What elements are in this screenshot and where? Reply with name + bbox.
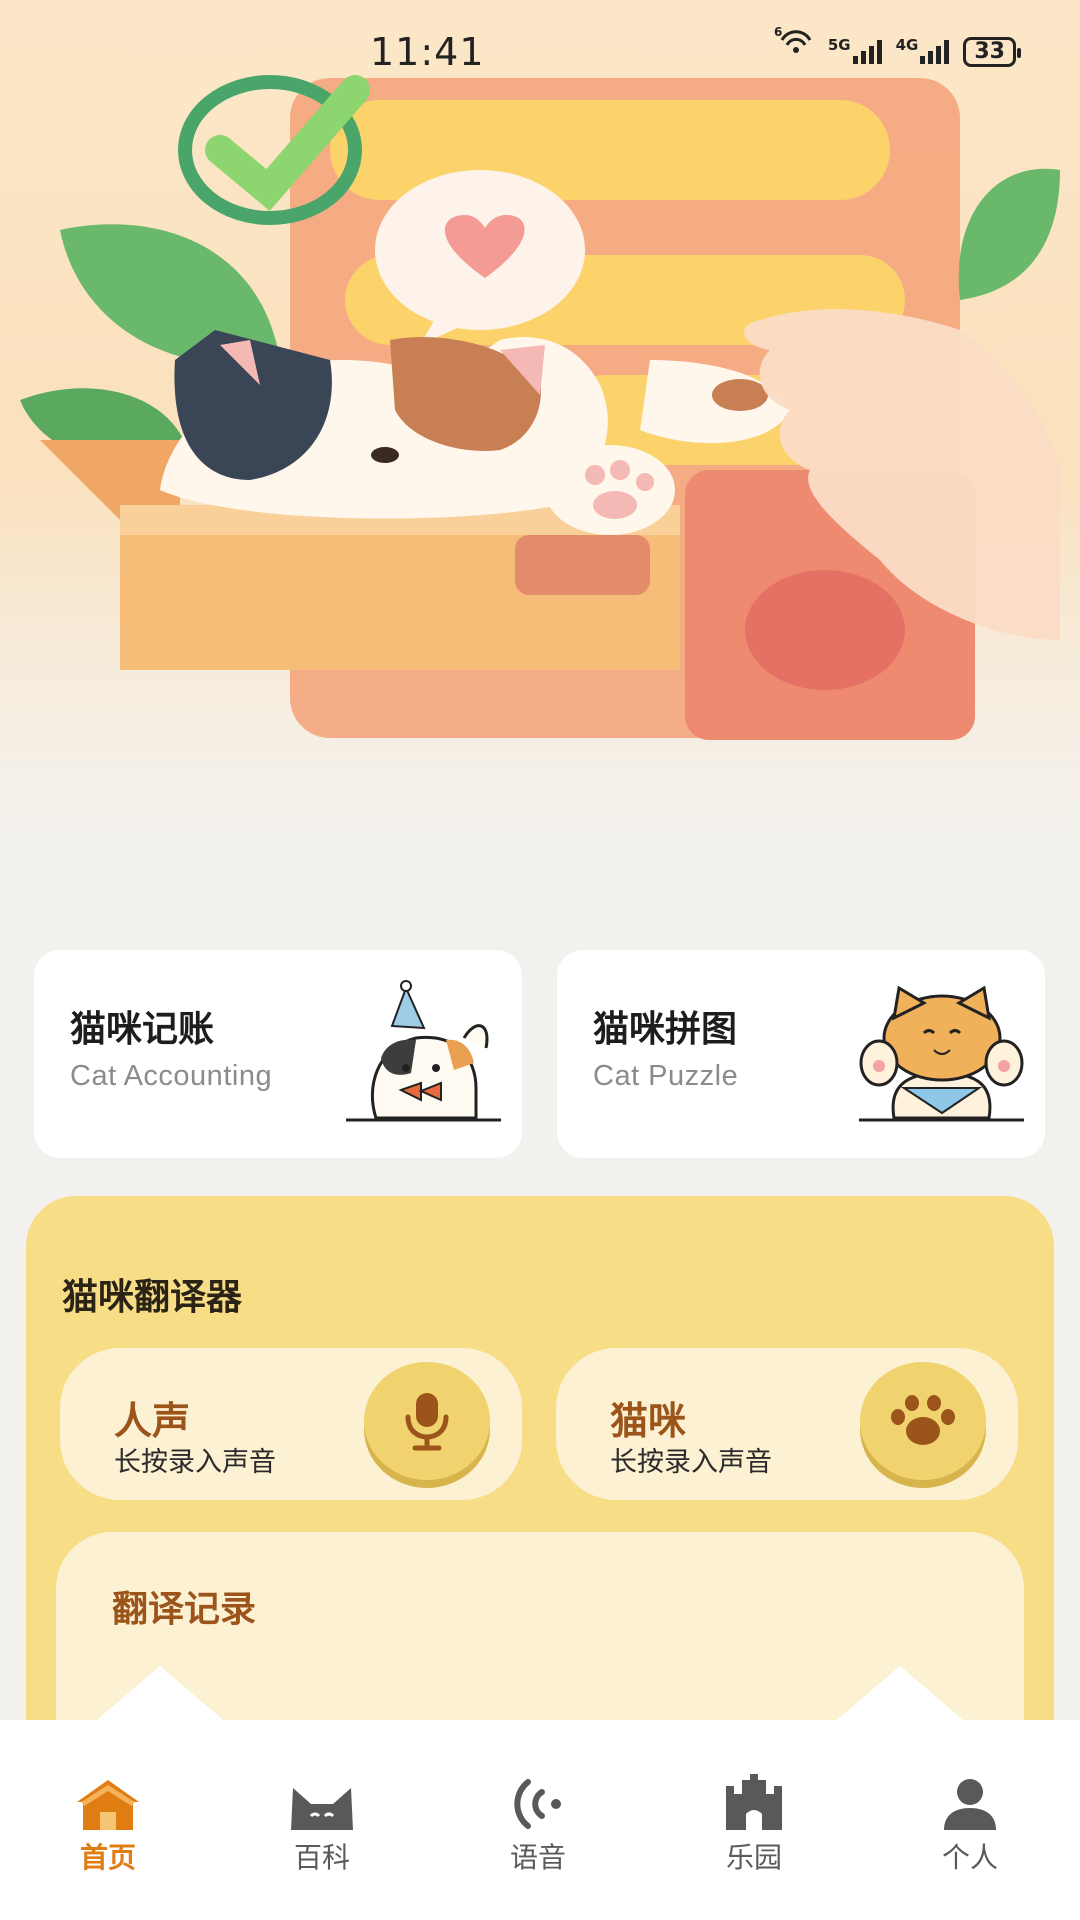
human-voice-label: 人声 [114,1399,191,1443]
card-title: 猫咪拼图 [593,1009,738,1050]
tab-encyclopedia[interactable]: 百科 [252,1768,392,1876]
cat-record-button[interactable] [860,1362,986,1480]
signal-4g-icon: 4G [896,36,950,64]
human-record-button[interactable] [364,1362,490,1480]
cat-party-icon [346,980,501,1122]
hero-illustration [20,75,1060,740]
tab-label: 乐园 [725,1841,782,1874]
card-title: 猫咪记账 [70,1009,215,1050]
tab-label: 语音 [509,1841,566,1874]
tab-label: 百科 [293,1841,350,1874]
paw-icon [891,1395,955,1445]
status-icons: 6 5G 4G 33 [774,25,1021,68]
tabbar-notch [90,1666,230,1726]
tab-home[interactable]: 首页 [38,1768,178,1876]
card-subtitle: Cat Puzzle [593,1060,739,1092]
card-subtitle: Cat Accounting [70,1060,273,1092]
cat-wave-icon [859,985,1024,1122]
tab-playground[interactable]: 乐园 [684,1768,824,1876]
castle-icon [726,1774,782,1830]
cat-accounting-card[interactable]: 猫咪记账 Cat Accounting [34,950,522,1158]
cat-voice-card[interactable]: 猫咪 长按录入声音 [556,1348,1018,1500]
svg-text:6: 6 [774,26,782,39]
cat-voice-label: 猫咪 [610,1399,687,1443]
status-time: 11:41 [370,30,485,74]
home-icon [77,1780,139,1830]
tabbar-notch [830,1666,970,1726]
tab-voice[interactable]: 语音 [468,1768,608,1876]
cat-puzzle-card[interactable]: 猫咪拼图 Cat Puzzle [557,950,1045,1158]
cat-voice-hint: 长按录入声音 [610,1447,772,1478]
person-icon [944,1779,996,1830]
status-bar: 11:41 6 5G 4G 33 [0,0,1080,110]
microphone-icon [405,1393,449,1451]
translation-history-title: 翻译记录 [112,1588,257,1630]
tab-label: 个人 [941,1841,998,1874]
tab-label: 首页 [79,1841,136,1874]
tab-profile[interactable]: 个人 [900,1768,1040,1876]
human-voice-hint: 长按录入声音 [114,1447,276,1478]
translator-title: 猫咪翻译器 [62,1276,243,1318]
cat-ears-icon [291,1788,353,1830]
wifi-icon: 6 [774,25,814,58]
voice-wave-icon [514,1779,561,1829]
hero-banner: 11:41 6 5G 4G 33 [0,0,1080,840]
signal-5g-icon: 5G [828,36,882,64]
human-voice-card[interactable]: 人声 长按录入声音 [60,1348,522,1500]
battery-indicator: 33 [963,37,1021,67]
